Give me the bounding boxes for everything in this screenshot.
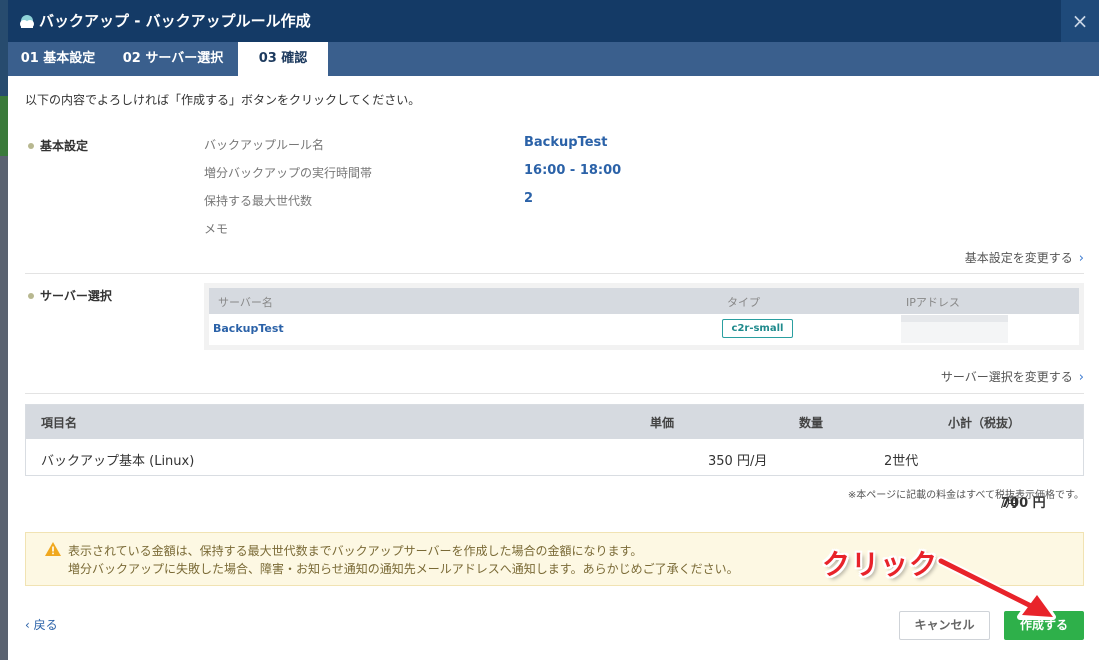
- chevron-right-icon: ›: [1078, 251, 1084, 266]
- column-type: タイプ: [727, 296, 760, 309]
- label-time-window: 増分バックアップの実行時間帯: [204, 166, 373, 180]
- warning-icon: [45, 542, 61, 556]
- change-server-select-link[interactable]: サーバー選択を変更する ›: [941, 368, 1084, 385]
- close-icon[interactable]: ×: [1061, 0, 1099, 42]
- notice-line: 増分バックアップに失敗した場合、障害・お知らせ通知の通知先メールアドレスへ通知し…: [68, 562, 739, 576]
- label-max-generations: 保持する最大世代数: [204, 194, 313, 208]
- bullet-icon: [28, 142, 34, 149]
- background-strip: [0, 156, 8, 660]
- annotation-label: クリック: [822, 548, 939, 581]
- dialog-titlebar: バックアップ - バックアップルール作成 ×: [8, 0, 1099, 42]
- tab-confirm[interactable]: 03 確認: [238, 42, 328, 76]
- divider: [25, 393, 1084, 394]
- tab-basic-settings[interactable]: 01 基本設定: [8, 42, 108, 76]
- chevron-right-icon: ›: [1078, 370, 1084, 385]
- tab-server-select[interactable]: 02 サーバー選択: [108, 42, 238, 76]
- column-item-name: 項目名: [41, 416, 78, 430]
- column-quantity: 数量: [799, 416, 824, 430]
- server-type-badge: c2r-small: [722, 319, 793, 338]
- value-time-window: 16:00 - 18:00: [524, 163, 622, 178]
- cloud-logo-icon: [20, 15, 34, 28]
- server-table: サーバー名 タイプ IPアドレス BackupTest c2r-small: [204, 283, 1084, 350]
- intro-text: 以下の内容でよろしければ「作成する」ボタンをクリックしてください。: [25, 93, 421, 107]
- notice-line: 表示されている金額は、保持する最大世代数までバックアップサーバーを作成した場合の…: [68, 544, 643, 558]
- background-strip: [0, 96, 8, 156]
- column-subtotal: 小計（税抜）: [948, 416, 1021, 430]
- label-rule-name: バックアップルール名: [204, 138, 325, 152]
- price-table: 項目名 単価 数量 小計（税抜） バックアップ基本 (Linux) 350 円/…: [25, 404, 1084, 511]
- bullet-icon: [28, 292, 34, 299]
- change-basic-settings-link[interactable]: 基本設定を変更する ›: [965, 249, 1084, 266]
- column-server-name: サーバー名: [218, 296, 273, 309]
- value-max-generations: 2: [524, 191, 534, 206]
- back-link[interactable]: ‹ 戻る: [25, 616, 58, 633]
- section-label-basic: 基本設定: [28, 137, 88, 154]
- section-label-server: サーバー選択: [28, 287, 112, 304]
- step-tabs: 01 基本設定 02 サーバー選択 03 確認: [8, 42, 1099, 76]
- backup-rule-dialog: バックアップ - バックアップルール作成 × 01 基本設定 02 サーバー選択…: [8, 0, 1099, 660]
- divider: [25, 273, 1084, 274]
- value-rule-name: BackupTest: [524, 135, 608, 150]
- price-table-header: 項目名 単価 数量 小計（税抜）: [26, 405, 1083, 439]
- table-row: BackupTest c2r-small: [209, 314, 1079, 345]
- column-unit-price: 単価: [650, 416, 675, 430]
- column-ip-address: IPアドレス: [906, 296, 960, 309]
- server-table-header: サーバー名 タイプ IPアドレス: [209, 288, 1079, 314]
- label-memo: メモ: [204, 222, 229, 236]
- unit-price-cell: 350 円/月: [708, 454, 768, 469]
- ip-address-redacted: [901, 315, 1008, 343]
- dialog-title: バックアップ - バックアップルール作成: [39, 12, 311, 30]
- background-strip: [0, 0, 8, 96]
- item-name-cell: バックアップ基本 (Linux): [41, 454, 195, 469]
- server-name-cell: BackupTest: [213, 322, 284, 335]
- annotation-arrow-icon: [936, 556, 1056, 620]
- chevron-left-icon: ‹: [25, 618, 34, 632]
- quantity-cell: 2世代: [884, 454, 919, 469]
- tax-note: ※本ページに記載の料金はすべて税抜表示価格です。: [847, 490, 1084, 501]
